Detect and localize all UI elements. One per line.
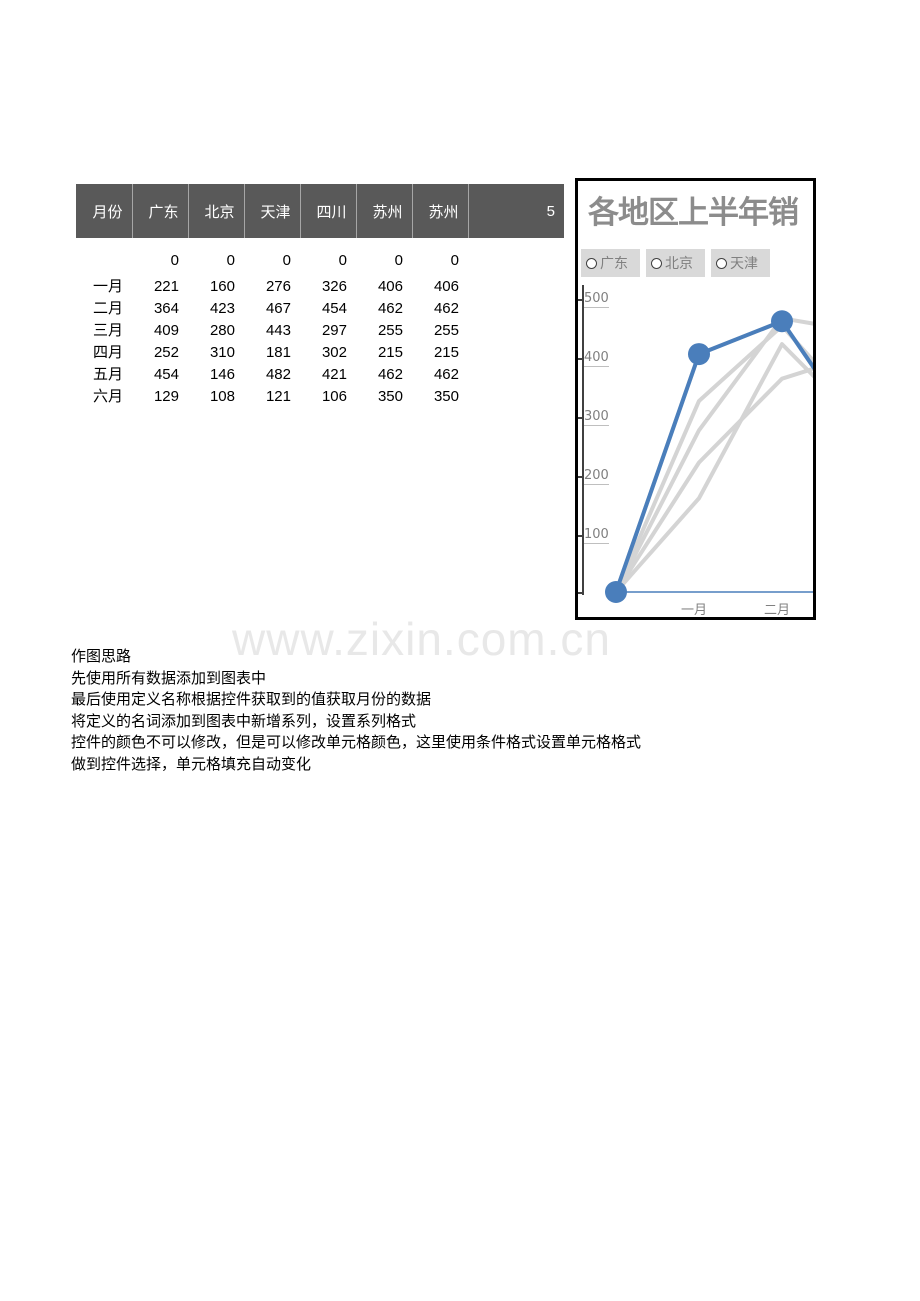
cell-value: 280 — [209, 322, 235, 339]
note-line: 控件的颜色不可以修改，但是可以修改单元格颜色，这里使用条件格式设置单元格格式 — [71, 733, 642, 751]
cell-blank — [468, 276, 564, 298]
cell-month: 六月 — [92, 388, 123, 405]
cell-blank — [468, 386, 564, 408]
cell-value: 146 — [209, 366, 235, 383]
series-marker — [688, 343, 710, 366]
cell-month: 四月 — [92, 344, 123, 361]
cell-zero-tianjin: 0 — [282, 252, 291, 269]
cell-value: 482 — [265, 366, 291, 383]
cell-value: 326 — [321, 278, 347, 295]
cell-value: 310 — [209, 344, 235, 361]
cell-zero-sichuan: 0 — [338, 252, 347, 269]
column-header-suzhou-2[interactable]: 苏州 — [412, 184, 469, 238]
table-header-row: 月份 广东 北京 天津 四川 苏州 苏州 5 — [76, 184, 564, 238]
cell-value: 121 — [265, 388, 291, 405]
cell-value: 409 — [153, 322, 179, 339]
x-axis-tick-label: 二月 — [764, 603, 791, 618]
notes-block: 作图思路 先使用所有数据添加到图表中 最后使用定义名称根据控件获取到的值获取月份… — [71, 646, 641, 775]
cell-value: 215 — [433, 344, 459, 361]
cell-value: 454 — [321, 300, 347, 317]
chart-plot-area: 500 400 300 200 100 一月 二月 — [578, 181, 813, 618]
cell-month: 二月 — [92, 300, 123, 317]
table-row-zero: 0 0 0 0 0 0 — [76, 238, 564, 276]
series-line — [614, 319, 813, 594]
cell-value: 406 — [433, 278, 459, 295]
sales-line-chart[interactable]: 各地区上半年销 广东 北京 天津 500 400 300 200 100 一月 … — [575, 178, 816, 620]
cell-month: 一月 — [92, 278, 123, 295]
cell-value: 421 — [321, 366, 347, 383]
note-line: 将定义的名词添加到图表中新增系列，设置系列格式 — [71, 711, 417, 730]
cell-value: 252 — [153, 344, 179, 361]
cell-value: 406 — [377, 278, 403, 295]
cell-value: 215 — [377, 344, 403, 361]
cell-value: 297 — [321, 322, 347, 339]
cell-value: 160 — [209, 278, 235, 295]
cell-zero-blank — [468, 238, 564, 276]
cell-value: 221 — [153, 278, 179, 295]
series-line — [614, 323, 813, 594]
cell-blank — [468, 298, 564, 320]
cell-value: 423 — [209, 300, 235, 317]
cell-value: 462 — [433, 300, 459, 317]
x-axis-tick-label: 一月 — [681, 603, 708, 618]
cell-zero-month — [76, 238, 132, 276]
cell-zero-guangdong: 0 — [170, 252, 179, 269]
column-header-beijing[interactable]: 北京 — [188, 184, 245, 238]
series-marker — [771, 310, 793, 333]
cell-value: 462 — [433, 366, 459, 383]
cell-value: 462 — [377, 300, 403, 317]
series-line — [614, 316, 813, 594]
cell-zero-suzhou-1: 0 — [394, 252, 403, 269]
cell-value: 108 — [209, 388, 235, 405]
cell-value: 302 — [321, 344, 347, 361]
note-line: 作图思路 — [71, 647, 132, 665]
series-line — [614, 342, 813, 594]
note-line: 做到控件选择，单元格填充自动变化 — [71, 754, 312, 773]
cell-value: 364 — [153, 300, 179, 317]
series-line — [614, 319, 813, 594]
cell-value: 181 — [265, 344, 291, 361]
cell-value: 454 — [153, 366, 179, 383]
cell-value: 350 — [433, 388, 459, 405]
series-line — [614, 366, 813, 594]
cell-value: 467 — [265, 300, 291, 317]
column-header-guangdong[interactable]: 广东 — [132, 184, 189, 238]
column-header-suzhou-1[interactable]: 苏州 — [356, 184, 413, 238]
table-row: 五月 454 146 482 421 462 462 — [76, 364, 564, 386]
table-row: 二月 364 423 467 454 462 462 — [76, 298, 564, 320]
cell-value: 276 — [265, 278, 291, 295]
column-header-sichuan[interactable]: 四川 — [300, 184, 357, 238]
cell-month: 三月 — [92, 322, 123, 339]
cell-value: 462 — [377, 366, 403, 383]
cell-value: 443 — [265, 322, 291, 339]
cell-value: 255 — [377, 322, 403, 339]
cell-value: 350 — [377, 388, 403, 405]
cell-month: 五月 — [92, 366, 123, 383]
cell-value: 129 — [153, 388, 179, 405]
cell-zero-suzhou-2: 0 — [450, 252, 459, 269]
sales-data-table[interactable]: 月份 广东 北京 天津 四川 苏州 苏州 5 0 0 0 0 0 0 一月 22… — [76, 184, 564, 408]
table-row: 三月 409 280 443 297 255 255 — [76, 320, 564, 342]
column-header-control-value[interactable]: 5 — [468, 184, 564, 238]
column-header-tianjin[interactable]: 天津 — [244, 184, 301, 238]
cell-blank — [468, 342, 564, 364]
cell-blank — [468, 320, 564, 342]
chart-series-layer — [605, 310, 813, 603]
cell-value: 106 — [321, 388, 347, 405]
column-header-month[interactable]: 月份 — [76, 184, 133, 238]
note-line: 先使用所有数据添加到图表中 — [71, 668, 267, 687]
table-row: 四月 252 310 181 302 215 215 — [76, 342, 564, 364]
table-row: 一月 221 160 276 326 406 406 — [76, 276, 564, 298]
cell-zero-beijing: 0 — [226, 252, 235, 269]
table-row: 六月 129 108 121 106 350 350 — [76, 386, 564, 408]
cell-blank — [468, 364, 564, 386]
note-line: 最后使用定义名称根据控件获取到的值获取月份的数据 — [71, 690, 432, 708]
cell-value: 255 — [433, 322, 459, 339]
